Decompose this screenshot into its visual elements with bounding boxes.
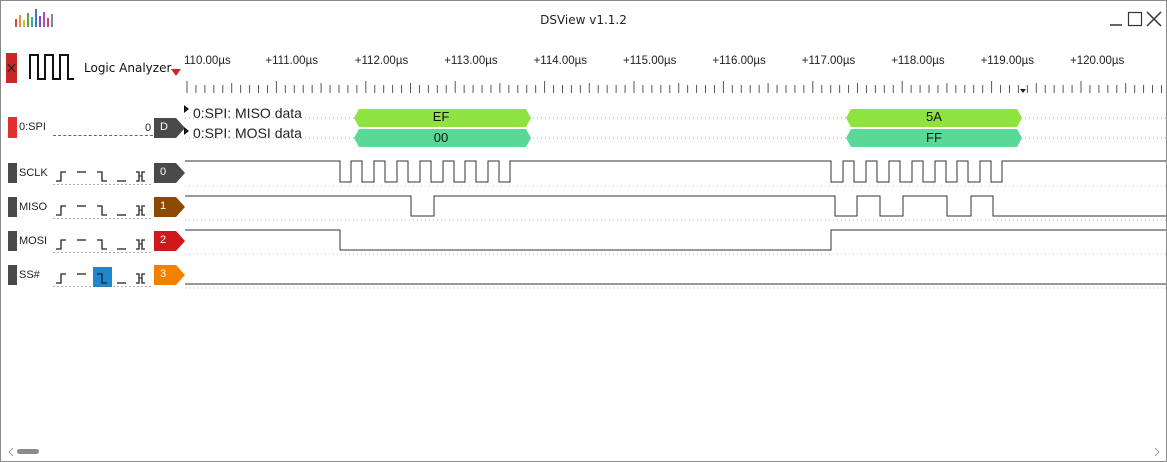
scroll-left-icon[interactable] [7, 447, 15, 457]
trigger-any-edge-icon [136, 239, 145, 250]
tag-shape [154, 231, 185, 251]
channel-index-tag[interactable]: 0 [154, 163, 186, 183]
trigger-options [53, 205, 153, 219]
decoder-value: 0 [145, 122, 152, 134]
ruler-ticks [186, 81, 1162, 93]
mosi-waveform [185, 229, 1166, 251]
trigger-rising-icon [56, 205, 66, 216]
close-button[interactable] [1144, 9, 1164, 29]
channel-name[interactable]: MOSI [19, 235, 47, 247]
scrollbar-thumb[interactable] [17, 449, 39, 454]
sclk-waveform [185, 160, 1166, 183]
trigger-falling-icon [97, 239, 107, 250]
close-icon [7, 63, 16, 73]
maximize-icon [1127, 11, 1143, 27]
device-remove-button[interactable] [6, 53, 17, 83]
trigger-any-edge-icon [136, 273, 145, 284]
trigger-rising-icon [56, 171, 66, 182]
channel-color-marker [8, 163, 17, 183]
trigger-options [53, 171, 153, 185]
channel-name[interactable]: SS# [19, 269, 40, 281]
cursor-marker-icon [1020, 89, 1026, 93]
channel-index: 1 [160, 200, 167, 212]
trigger-any-edge-icon [136, 205, 145, 216]
trigger-falling-icon [97, 205, 107, 216]
scroll-right-icon[interactable] [1153, 447, 1161, 457]
waveform-area[interactable] [185, 151, 1166, 291]
trigger-falling-icon [97, 171, 107, 182]
dsview-window: DSView v1.1.2 Logic Analyzer 110.00µs +11… [0, 0, 1167, 462]
close-icon [1146, 11, 1162, 27]
channel-color-marker [8, 231, 17, 251]
trigger-rising-icon [56, 273, 66, 284]
decoder-label-text: D [160, 121, 168, 133]
miso-annotation-text: 5A [926, 109, 942, 124]
trigger-any-edge-icon [136, 171, 145, 182]
tag-shape [154, 118, 185, 138]
channel-index-tag[interactable]: 3 [154, 265, 186, 285]
trigger-options [53, 239, 153, 253]
tag-shape [154, 197, 185, 217]
channel-header: MISO 1 [1, 195, 185, 219]
channel-color-marker [8, 197, 17, 217]
window-title: DSView v1.1.2 [540, 13, 627, 27]
minimize-icon [1110, 24, 1122, 26]
channel-index-tag[interactable]: 1 [154, 197, 186, 217]
tag-shape [154, 163, 185, 183]
decoder-color-marker [8, 117, 17, 138]
channel-header: SS# 3 [1, 263, 185, 287]
channel-name[interactable]: MISO [19, 201, 47, 213]
device-mode-label[interactable]: Logic Analyzer [84, 61, 171, 75]
channel-index: 0 [160, 166, 167, 178]
channel-index: 2 [160, 234, 167, 246]
logic-analyzer-icon [29, 54, 74, 80]
trigger-rising-icon [56, 239, 66, 250]
decoder-name[interactable]: 0:SPI [19, 121, 46, 133]
channel-header: SCLK 0 [1, 161, 185, 185]
mosi-annotation-text: FF [926, 130, 942, 145]
decoder-name-underline [53, 135, 153, 136]
time-ruler[interactable]: 110.00µs +111.00µs +112.00µs +113.00µs +114.… [184, 49, 1166, 99]
decoder-label-tag[interactable]: D [154, 118, 186, 138]
maximize-button[interactable] [1125, 9, 1145, 29]
channel-header: MOSI 2 [1, 229, 185, 253]
channel-index: 3 [160, 268, 167, 280]
chevron-down-icon[interactable] [171, 69, 181, 77]
minimize-button[interactable] [1106, 9, 1126, 29]
miso-annotation-text: EF [432, 109, 450, 124]
horizontal-scrollbar[interactable] [3, 446, 1163, 458]
tag-shape [154, 265, 185, 285]
miso-waveform [185, 195, 1166, 217]
mosi-annotation-text: 00 [433, 130, 449, 145]
channel-color-marker [8, 265, 17, 285]
channel-name[interactable]: SCLK [19, 167, 48, 179]
channel-index-tag[interactable]: 2 [154, 231, 186, 251]
trigger-options [53, 267, 153, 287]
